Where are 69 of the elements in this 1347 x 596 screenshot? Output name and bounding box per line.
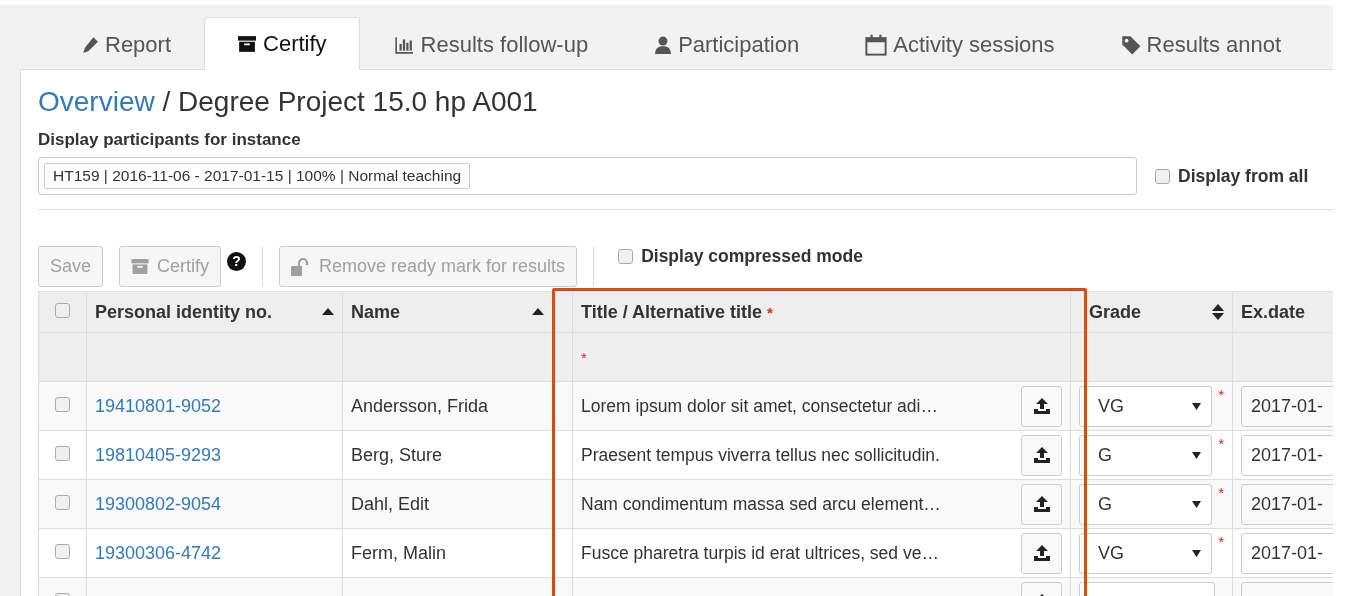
required-mark: * bbox=[581, 348, 587, 366]
grade-select[interactable]: G bbox=[1079, 434, 1213, 476]
dropdown-caret-icon bbox=[1192, 500, 1202, 508]
tab[interactable]: Report bbox=[48, 18, 205, 70]
title-cell: Praesent tempus viverra tellus nec sollicitudin. bbox=[581, 444, 940, 466]
instance-select-field[interactable]: HT159 | 2016-11-06 - 2017-01-15 | 100% | Normal teaching bbox=[38, 157, 1137, 195]
checkbox-label: Display compressed mode bbox=[641, 246, 863, 267]
name-cell: Ferm, Malin bbox=[351, 542, 446, 563]
archive-box-icon bbox=[237, 35, 258, 53]
required-mark: * bbox=[1218, 483, 1224, 501]
bar-chart-icon bbox=[392, 35, 415, 54]
dropdown-caret-icon bbox=[1192, 549, 1202, 557]
required-mark: * bbox=[767, 303, 773, 321]
upload-button[interactable] bbox=[1021, 434, 1062, 476]
upload-icon bbox=[1032, 545, 1051, 561]
instance-label: Display participants for instance bbox=[38, 130, 302, 150]
help-icon[interactable]: ? bbox=[227, 252, 247, 271]
tag-icon bbox=[1120, 34, 1141, 55]
grade-select[interactable]: VG bbox=[1079, 532, 1213, 574]
tab[interactable]: Results follow-up bbox=[359, 18, 622, 70]
tab[interactable]: Certify bbox=[204, 17, 360, 70]
page-title: Degree Project 15.0 hp A001 bbox=[178, 86, 538, 117]
upload-icon bbox=[1032, 496, 1051, 512]
checkbox-label: Display from all bbox=[1178, 165, 1309, 187]
archive-box-icon bbox=[131, 258, 150, 275]
date-input-field[interactable]: 2017-01- bbox=[1241, 532, 1333, 574]
required-mark: * bbox=[1218, 434, 1224, 452]
sort-ascending-icon[interactable] bbox=[322, 308, 334, 316]
date-input-field[interactable]: 2017-01- bbox=[1241, 385, 1333, 427]
tab[interactable]: Results annot bbox=[1087, 18, 1315, 70]
calendar-icon bbox=[865, 33, 888, 56]
upload-button[interactable] bbox=[1021, 483, 1062, 525]
date-input-field[interactable]: 2017-01- bbox=[1241, 483, 1333, 525]
selected-instance-tag[interactable]: HT159 | 2016-11-06 - 2017-01-15 | 100% | Normal teaching bbox=[44, 163, 471, 189]
column-header[interactable]: Grade bbox=[1089, 301, 1142, 323]
checkbox[interactable] bbox=[618, 249, 634, 264]
name-cell: Berg, Sture bbox=[351, 444, 443, 465]
column-header: Title / Alternative title bbox=[581, 301, 763, 322]
checkbox[interactable] bbox=[55, 543, 70, 559]
name-cell: Dahl, Edit bbox=[351, 493, 430, 514]
upload-icon bbox=[1032, 447, 1051, 463]
date-input-field[interactable]: 2017-01- bbox=[1241, 434, 1333, 476]
title-cell: Fusce pharetra turpis id erat ultrices, sed ve… bbox=[581, 542, 939, 564]
grade-select[interactable]: G bbox=[1079, 483, 1213, 525]
title-cell: Nam condimentum massa sed arcu element… bbox=[581, 493, 941, 515]
overview-link[interactable]: Overview bbox=[38, 86, 155, 117]
title-cell: Lorem ipsum dolor sit amet, consectetur adi… bbox=[581, 395, 938, 417]
upload-button[interactable] bbox=[1021, 385, 1062, 427]
sort-icon[interactable] bbox=[1212, 304, 1224, 320]
tab[interactable]: Activity sessions bbox=[832, 18, 1088, 70]
name-cell: Andersson, Frida bbox=[351, 395, 489, 416]
checkbox[interactable] bbox=[55, 445, 70, 461]
grade-select[interactable]: VG bbox=[1079, 385, 1213, 427]
dropdown-caret-icon bbox=[1192, 402, 1202, 410]
upload-button[interactable] bbox=[1021, 532, 1062, 574]
sort-ascending-icon[interactable] bbox=[532, 308, 544, 316]
tab[interactable]: Participation bbox=[621, 18, 833, 70]
upload-icon bbox=[1032, 398, 1051, 414]
column-header[interactable]: Name bbox=[351, 301, 401, 323]
checkbox[interactable] bbox=[55, 302, 70, 318]
checkbox[interactable] bbox=[55, 396, 70, 412]
dropdown-caret-icon bbox=[1192, 451, 1202, 459]
pencil-icon bbox=[81, 35, 99, 54]
required-mark: * bbox=[1218, 385, 1224, 403]
checkbox[interactable] bbox=[55, 494, 70, 510]
required-mark: * bbox=[1218, 532, 1224, 550]
user-icon bbox=[654, 35, 673, 54]
checkbox[interactable] bbox=[1155, 168, 1170, 184]
breadcrumb-separator: / bbox=[162, 86, 171, 117]
